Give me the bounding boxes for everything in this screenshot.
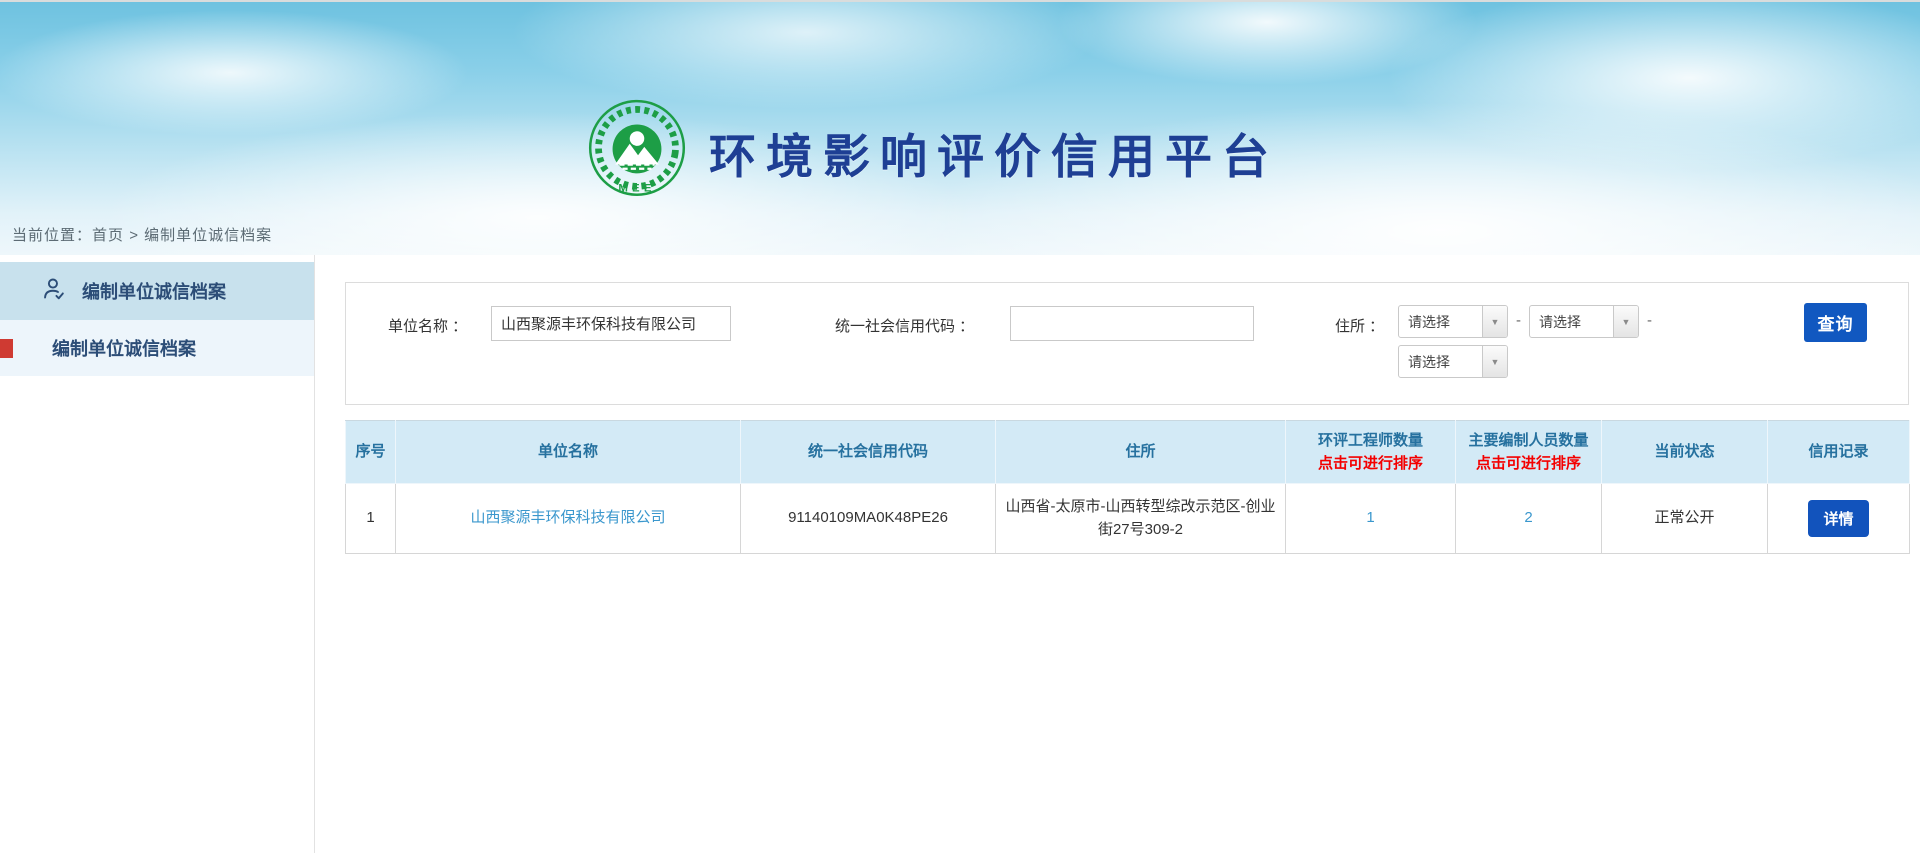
query-button[interactable]: 查询	[1804, 303, 1867, 342]
col-header-status: 当前状态	[1602, 421, 1768, 484]
col-header-index: 序号	[346, 421, 396, 484]
col-header-staff-count-label: 主要编制人员数量	[1468, 432, 1588, 449]
col-header-engineer-count[interactable]: 环评工程师数量 点击可进行排序	[1286, 421, 1456, 484]
chevron-down-icon[interactable]: ▼	[1482, 346, 1507, 377]
address-select-city[interactable]: 请选择 ▼	[1529, 305, 1639, 338]
breadcrumb-prefix: 当前位置：	[12, 227, 92, 244]
unit-name-label: 单位名称 ：	[388, 315, 467, 336]
address-select-province-value: 请选择	[1399, 306, 1482, 337]
col-header-staff-count[interactable]: 主要编制人员数量 点击可进行排序	[1456, 421, 1602, 484]
sidebar: 编制单位诚信档案 编制单位诚信档案	[0, 255, 315, 853]
credit-code-label: 统一社会信用代码 ：	[835, 315, 974, 336]
sidebar-item-label: 编制单位诚信档案	[52, 335, 196, 361]
sidebar-header-label: 编制单位诚信档案	[82, 278, 226, 304]
col-header-credit-record: 信用记录	[1768, 421, 1910, 484]
sort-hint-staff[interactable]: 点击可进行排序	[1456, 452, 1601, 475]
address-select-district[interactable]: 请选择 ▼	[1398, 345, 1508, 378]
chevron-down-icon[interactable]: ▼	[1613, 306, 1638, 337]
detail-button[interactable]: 详情	[1808, 500, 1868, 537]
unit-name-input[interactable]	[491, 306, 731, 341]
table-row: 1 山西聚源丰环保科技有限公司 91140109MA0K48PE26 山西省-太…	[346, 484, 1910, 554]
cell-index: 1	[346, 484, 396, 554]
address-select-province[interactable]: 请选择 ▼	[1398, 305, 1508, 338]
address-label: 住所 ：	[1335, 315, 1384, 336]
results-table: 序号 单位名称 统一社会信用代码 住所 环评工程师数量 点击可进行排序 主要编制…	[345, 420, 1910, 554]
address-select-district-value: 请选择	[1399, 346, 1482, 377]
breadcrumb-current: 编制单位诚信档案	[144, 227, 272, 244]
sidebar-header: 编制单位诚信档案	[0, 262, 314, 320]
search-panel: 单位名称 ： 统一社会信用代码 ： 住所 ： 请选择 ▼ - 请选择 ▼ - 请…	[345, 282, 1909, 405]
col-header-address: 住所	[996, 421, 1286, 484]
col-header-credit-code: 统一社会信用代码	[741, 421, 996, 484]
unit-name-link[interactable]: 山西聚源丰环保科技有限公司	[470, 509, 665, 526]
site-header: MEE 环境影响评价信用平台 当前位置：首页 > 编制单位诚信档案	[0, 0, 1920, 255]
cell-address: 山西省-太原市-山西转型综改示范区-创业街27号309-2	[996, 484, 1286, 554]
chevron-down-icon[interactable]: ▼	[1482, 306, 1507, 337]
breadcrumb-separator: >	[129, 227, 139, 244]
address-dash-1: -	[1516, 312, 1521, 329]
col-header-engineer-count-label: 环评工程师数量	[1318, 432, 1423, 449]
engineer-count-link[interactable]: 1	[1366, 509, 1374, 526]
svg-text:MEE: MEE	[618, 183, 655, 195]
breadcrumb-home-link[interactable]: 首页	[92, 227, 124, 244]
active-item-marker	[0, 339, 13, 358]
staff-count-link[interactable]: 2	[1524, 509, 1532, 526]
address-select-city-value: 请选择	[1530, 306, 1613, 337]
sidebar-item-archive[interactable]: 编制单位诚信档案	[0, 320, 314, 376]
table-header-row: 序号 单位名称 统一社会信用代码 住所 环评工程师数量 点击可进行排序 主要编制…	[346, 421, 1910, 484]
main-content: 单位名称 ： 统一社会信用代码 ： 住所 ： 请选择 ▼ - 请选择 ▼ - 请…	[315, 255, 1920, 853]
cell-status: 正常公开	[1602, 484, 1768, 554]
breadcrumb: 当前位置：首页 > 编制单位诚信档案	[12, 224, 272, 245]
sort-hint-engineer[interactable]: 点击可进行排序	[1286, 452, 1455, 475]
brand: MEE 环境影响评价信用平台	[0, 98, 1892, 207]
page-title: 环境影响评价信用平台	[709, 118, 1279, 187]
credit-code-input[interactable]	[1010, 306, 1254, 341]
col-header-unit-name: 单位名称	[396, 421, 741, 484]
page-body: 编制单位诚信档案 编制单位诚信档案 单位名称 ： 统一社会信用代码 ： 住所 ：…	[0, 255, 1920, 853]
user-check-icon	[40, 275, 67, 307]
mee-logo-icon: MEE	[585, 98, 689, 207]
cell-credit-code: 91140109MA0K48PE26	[741, 484, 996, 554]
address-dash-2: -	[1647, 312, 1652, 329]
